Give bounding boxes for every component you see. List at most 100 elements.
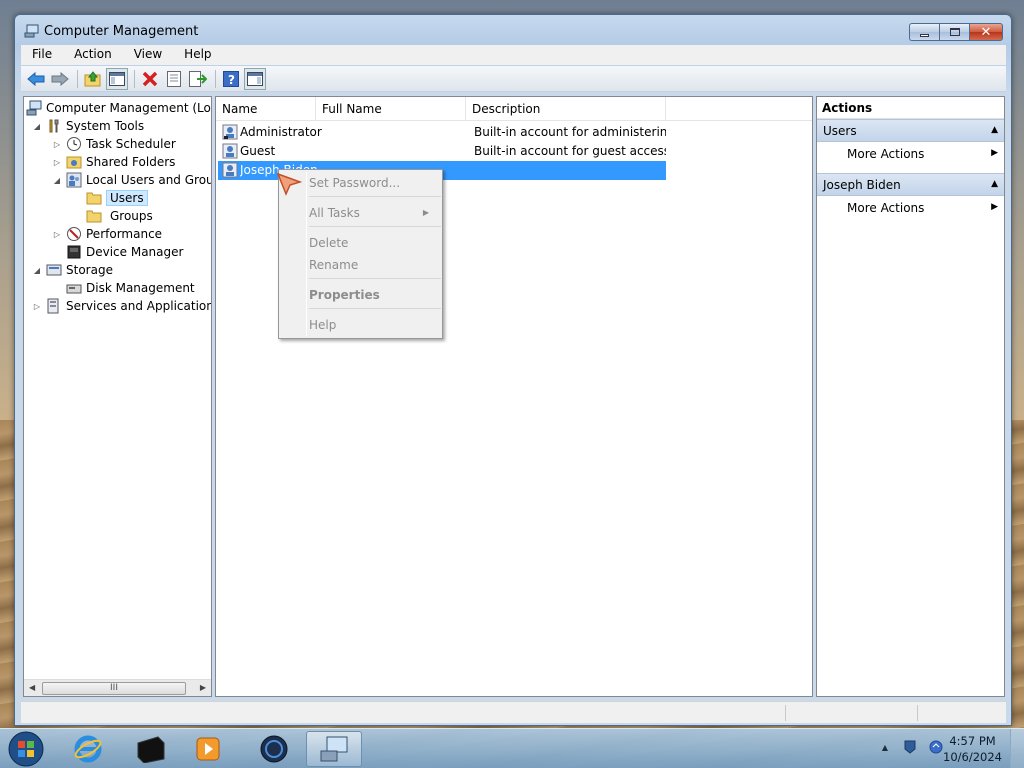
delete-button[interactable] <box>139 68 161 90</box>
taskbar-clock[interactable]: 4:57 PM 10/6/2024 <box>943 733 1002 765</box>
table-row[interactable]: Administrator Built-in account for admin… <box>218 123 666 142</box>
minimize-button[interactable] <box>909 23 939 41</box>
menu-view[interactable]: View <box>123 45 173 65</box>
column-header-row: Name Full Name Description <box>216 97 812 121</box>
clock-time: 4:57 PM <box>949 734 996 748</box>
actions-section-user-label: Joseph Biden <box>823 178 901 192</box>
menu-item-set-password[interactable]: Set Password... <box>309 172 439 194</box>
collapse-arrow-icon[interactable]: ▲ <box>991 125 998 135</box>
menu-file[interactable]: File <box>21 45 63 65</box>
up-one-level-button[interactable] <box>82 68 104 90</box>
svg-text:?: ? <box>228 73 235 87</box>
scroll-right-icon[interactable]: ▶ <box>200 683 206 692</box>
tree-item-services-apps[interactable]: ▷ Services and Applications <box>32 297 212 315</box>
collapsed-arrow-icon[interactable]: ▷ <box>52 230 62 239</box>
tree-item-performance[interactable]: ▷ Performance <box>52 225 162 243</box>
taskbar-app-black[interactable] <box>122 731 178 767</box>
menu-item-all-tasks[interactable]: All Tasks ▶ <box>309 202 439 224</box>
media-player-icon <box>196 737 220 761</box>
tree-item-disk-management[interactable]: Disk Management <box>66 279 195 297</box>
services-icon <box>47 298 59 314</box>
tree-label-users: Users <box>106 190 148 206</box>
network-icon[interactable] <box>928 739 944 755</box>
tree-item-task-scheduler[interactable]: ▷ Task Scheduler <box>52 135 176 153</box>
tree-label-disk-management: Disk Management <box>86 281 195 295</box>
console-tree-pane[interactable]: Computer Management (Local ◢ System Tool… <box>23 96 212 697</box>
scrollbar-thumb[interactable]: III <box>42 682 186 695</box>
title-bar[interactable]: Computer Management ✕ <box>15 15 1011 45</box>
tree-item-system-tools[interactable]: ◢ System Tools <box>32 117 144 135</box>
more-actions-user[interactable]: More Actions ▶ <box>817 197 1004 219</box>
tree-item-root[interactable]: Computer Management (Local <box>26 99 211 117</box>
help-button[interactable]: ? <box>220 68 242 90</box>
forward-button[interactable] <box>49 68 71 90</box>
export-icon <box>189 70 207 87</box>
show-hidden-icons-icon[interactable]: ▲ <box>882 743 888 752</box>
menu-item-help[interactable]: Help <box>309 314 439 336</box>
more-actions-users[interactable]: More Actions ▶ <box>817 143 1004 165</box>
folder-icon <box>86 192 102 205</box>
users-group-icon <box>66 172 82 188</box>
clock-icon <box>67 137 81 151</box>
collapsed-arrow-icon[interactable]: ▷ <box>32 302 42 311</box>
tree-item-users[interactable]: Users <box>86 189 148 207</box>
tree-item-storage[interactable]: ◢ Storage <box>32 261 113 279</box>
window-title: Computer Management <box>44 24 199 39</box>
maximize-button[interactable] <box>939 23 969 41</box>
expanded-arrow-icon[interactable]: ◢ <box>52 176 62 185</box>
computer-management-icon <box>320 736 348 762</box>
tree-label-performance: Performance <box>86 227 163 241</box>
up-folder-icon <box>84 70 101 86</box>
expanded-arrow-icon[interactable]: ◢ <box>32 266 42 275</box>
more-actions-label: More Actions <box>847 147 925 161</box>
taskbar-internet-explorer[interactable] <box>60 731 116 767</box>
submenu-arrow-icon: ▶ <box>991 202 998 212</box>
start-button[interactable] <box>6 730 46 768</box>
folder-icon <box>86 210 102 223</box>
show-desktop-button[interactable] <box>1010 729 1024 768</box>
menu-item-all-tasks-label: All Tasks <box>309 206 360 220</box>
action-center-flag-icon[interactable] <box>902 739 918 755</box>
submenu-arrow-icon: ▶ <box>422 208 429 217</box>
menu-item-delete[interactable]: Delete <box>309 232 439 254</box>
scroll-left-icon[interactable]: ◀ <box>29 683 35 692</box>
expanded-arrow-icon[interactable]: ◢ <box>32 122 42 131</box>
tree-item-groups[interactable]: Groups <box>86 207 153 225</box>
close-button[interactable]: ✕ <box>969 23 1003 41</box>
tree-item-device-manager[interactable]: Device Manager <box>66 243 183 261</box>
taskbar-computer-management[interactable] <box>306 731 362 767</box>
menu-help[interactable]: Help <box>173 45 222 65</box>
properties-button[interactable] <box>163 68 185 90</box>
show-hide-action-pane-button[interactable] <box>244 67 266 90</box>
column-header-full-name[interactable]: Full Name <box>316 97 466 121</box>
menu-item-rename[interactable]: Rename <box>309 254 439 276</box>
tree-label-groups: Groups <box>110 209 153 223</box>
internet-explorer-icon <box>74 735 102 763</box>
tree-item-shared-folders[interactable]: ▷ Shared Folders <box>52 153 175 171</box>
collapsed-arrow-icon[interactable]: ▷ <box>52 140 62 149</box>
device-manager-icon <box>67 245 81 259</box>
table-row[interactable]: Guest Built-in account for guest access … <box>218 142 666 161</box>
disk-icon <box>66 284 82 294</box>
collapsed-arrow-icon[interactable]: ▷ <box>52 158 62 167</box>
tree-label-services-apps: Services and Applications <box>66 299 212 313</box>
column-header-name[interactable]: Name <box>216 97 316 121</box>
collapse-arrow-icon[interactable]: ▲ <box>991 179 998 189</box>
taskbar: ▲ 4:57 PM 10/6/2024 <box>0 728 1024 768</box>
storage-icon <box>46 264 62 276</box>
media-center-icon <box>137 736 165 763</box>
tree-item-local-users-groups[interactable]: ◢ Local Users and Groups <box>52 171 211 189</box>
menu-item-properties[interactable]: Properties <box>309 284 439 306</box>
menu-action[interactable]: Action <box>63 45 123 65</box>
delete-icon <box>142 71 158 86</box>
taskbar-globe-app[interactable] <box>246 731 302 767</box>
tree-horizontal-scrollbar[interactable]: ◀ III ▶ <box>24 679 211 696</box>
show-hide-tree-button[interactable] <box>106 67 128 90</box>
minimize-icon <box>920 33 929 37</box>
actions-section-users[interactable]: Users ▲ <box>817 119 1004 142</box>
taskbar-media-player[interactable] <box>180 731 236 767</box>
actions-section-user[interactable]: Joseph Biden ▲ <box>817 173 1004 196</box>
export-list-button[interactable] <box>187 68 209 90</box>
back-button[interactable] <box>25 68 47 90</box>
column-header-description[interactable]: Description <box>466 97 666 121</box>
